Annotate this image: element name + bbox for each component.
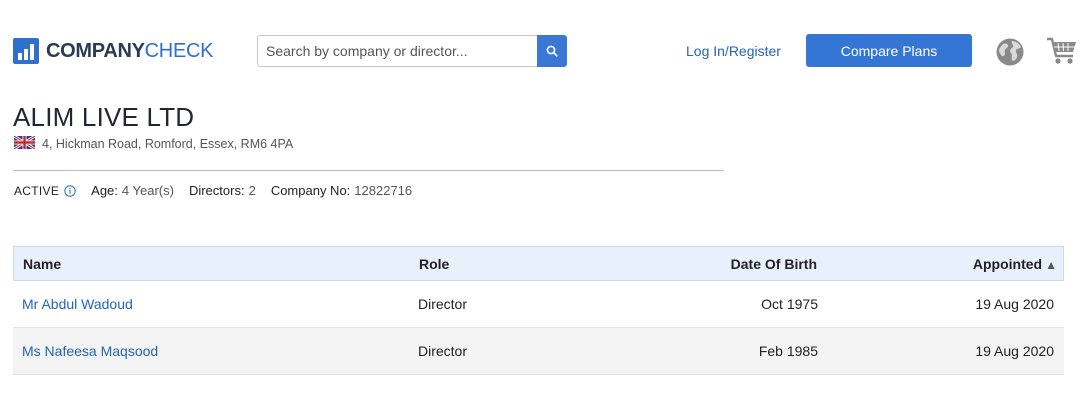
column-header-appointed[interactable]: Appointed ▲ (819, 256, 1063, 272)
directors-value: 2 (248, 183, 256, 198)
status-badge: ACTIVE (14, 183, 60, 198)
search-button[interactable] (537, 35, 567, 67)
age-value: 4 Year(s) (121, 183, 174, 198)
company-no-value: 12822716 (354, 183, 413, 198)
cart-icon[interactable] (1046, 36, 1078, 66)
search-bar (257, 35, 567, 67)
table-row: Mr Abdul Wadoud Director Oct 1975 19 Aug… (13, 281, 1064, 328)
director-dob: Oct 1975 (761, 296, 818, 312)
column-header-dob[interactable]: Date Of Birth (639, 256, 819, 272)
logo-text: COMPANYCHECK (46, 38, 213, 64)
login-register-link[interactable]: Log In/Register (686, 43, 781, 59)
column-header-role[interactable]: Role (419, 256, 639, 272)
search-icon (546, 45, 558, 57)
company-address: 4, Hickman Road, Romford, Essex, RM6 4PA (42, 137, 294, 151)
site-logo[interactable]: COMPANYCHECK (13, 38, 213, 64)
globe-icon[interactable] (995, 37, 1025, 67)
company-no-label: Company No: (270, 183, 351, 198)
logo-text-bold: COMPANY (46, 40, 145, 62)
page: COMPANYCHECK Log In/Register Compare Pla… (0, 0, 1086, 409)
table-row: Ms Nafeesa Maqsood Director Feb 1985 19 … (13, 328, 1064, 375)
director-appointed: 19 Aug 2020 (975, 296, 1054, 312)
column-header-appointed-label: Appointed (972, 255, 1043, 272)
directors-label: Directors: (188, 183, 245, 198)
uk-flag-icon (14, 136, 35, 149)
company-name: ALIM LIVE LTD (13, 102, 195, 132)
logo-text-light: CHECK (144, 40, 214, 62)
divider (13, 170, 724, 171)
info-icon[interactable] (64, 184, 76, 197)
director-dob: Feb 1985 (758, 343, 818, 359)
age-label: Age: (91, 183, 118, 198)
director-role: Director (418, 296, 468, 312)
column-header-name[interactable]: Name (14, 256, 419, 272)
table-header-row: Name Role Date Of Birth Appointed ▲ (13, 246, 1064, 281)
sort-ascending-icon[interactable]: ▲ (1045, 258, 1057, 272)
director-role: Director (418, 343, 468, 359)
search-input[interactable] (257, 35, 537, 67)
director-name-link[interactable]: Ms Nafeesa Maqsood (22, 343, 158, 359)
compare-plans-button[interactable]: Compare Plans (806, 34, 972, 67)
logo-mark-icon (13, 38, 39, 64)
director-name-link[interactable]: Mr Abdul Wadoud (22, 296, 133, 312)
director-appointed: 19 Aug 2020 (975, 343, 1054, 359)
company-stats: ACTIVE Age: 4 Year(s) Directors: 2 Compa… (14, 183, 412, 198)
directors-table: Name Role Date Of Birth Appointed ▲ Mr Ab… (13, 246, 1064, 375)
